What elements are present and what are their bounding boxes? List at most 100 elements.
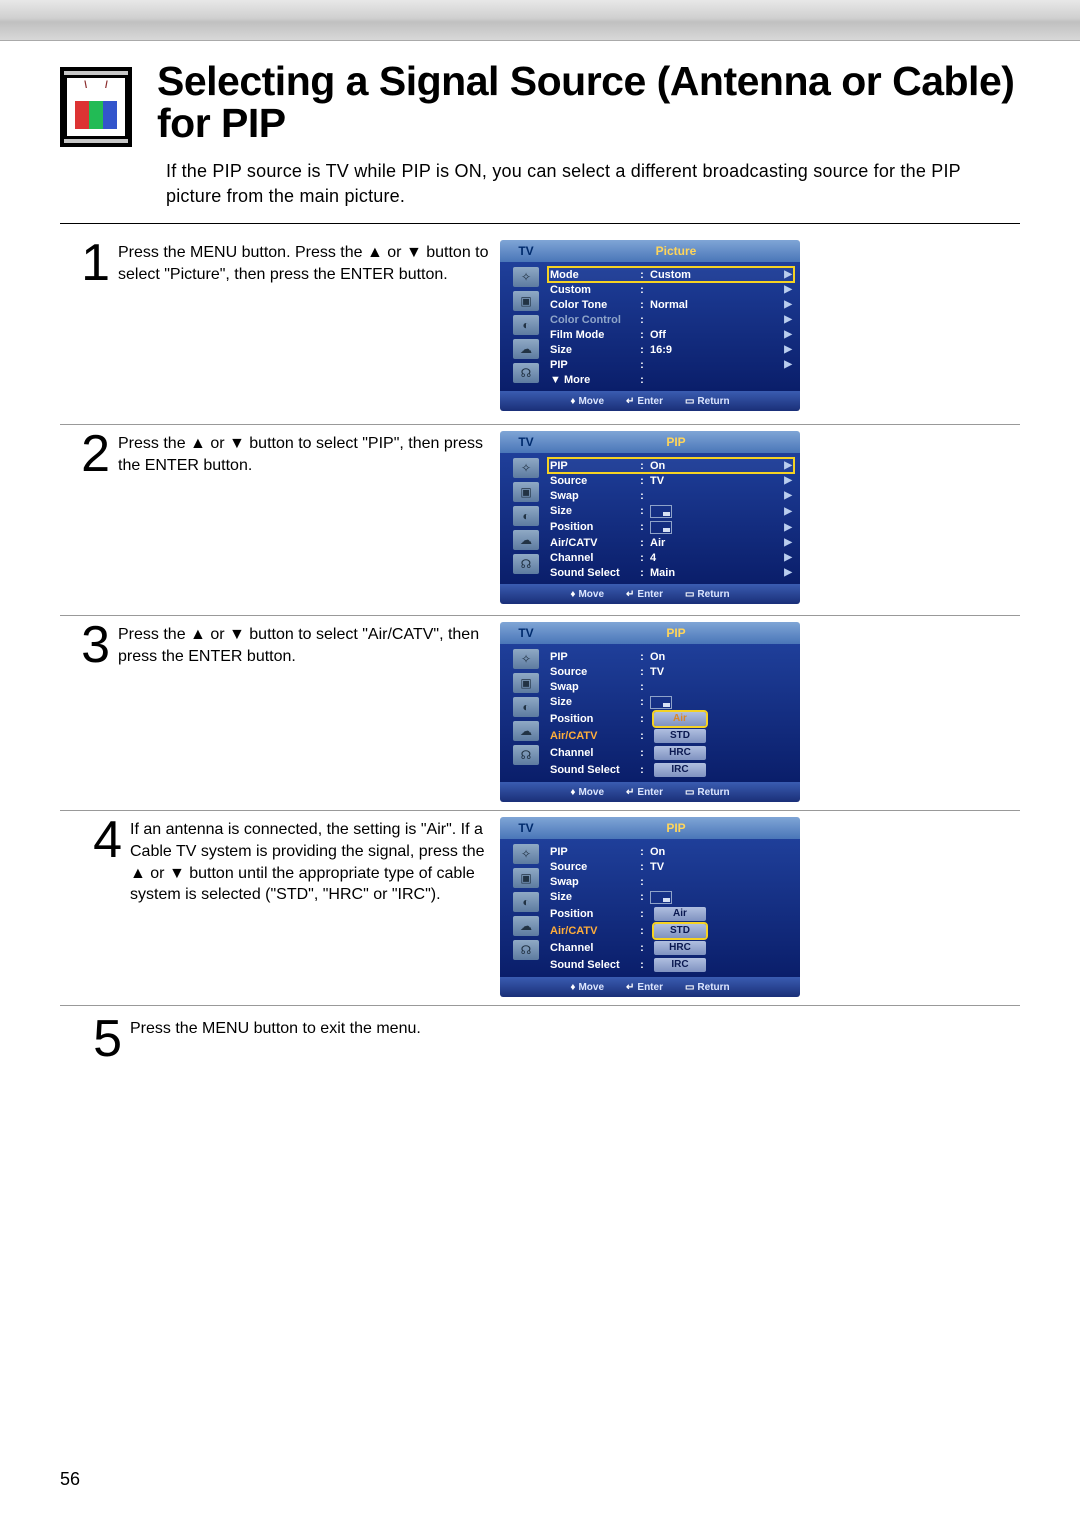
arrow-right-icon: ▶ <box>780 299 792 310</box>
step-text: Press the MENU button to exit the menu. <box>130 1018 421 1040</box>
osd-line-label: Color Control <box>550 314 638 326</box>
osd-line-label: Air/CATV <box>550 925 638 937</box>
osd-sidebar-icons: ✧▣◐☁☊ <box>504 649 548 778</box>
arrow-right-icon: ▶ <box>780 359 792 370</box>
osd-line-label: Position <box>550 908 638 920</box>
osd-sidebar-icons: ✧▣◐☁☊ <box>504 267 548 387</box>
osd-menu-line: Size:16:9▶ <box>548 342 794 357</box>
osd-menu-line: Channel:4▶ <box>548 550 794 565</box>
osd-menu-line: Mode:Custom▶ <box>548 267 794 282</box>
osd-line-value: Air <box>646 537 780 549</box>
osd-menu-line: Sound Select:IRC <box>548 761 794 778</box>
step-left: 4If an antenna is connected, the setting… <box>60 811 490 905</box>
page-title: Selecting a Signal Source (Antenna or Ca… <box>157 61 1020 145</box>
osd-menu-line: Sound Select:IRC <box>548 956 794 973</box>
osd-line-value: STD <box>646 924 780 938</box>
step-row: 1Press the MENU button. Press the ▲ or ▼… <box>60 234 1020 425</box>
sidebar-icon: ▣ <box>513 291 539 311</box>
sidebar-icon: ☊ <box>513 554 539 574</box>
sidebar-icon: ☁ <box>513 339 539 359</box>
osd-line-label: Air/CATV <box>550 537 638 549</box>
step-number: 1 <box>70 240 110 287</box>
option-pill: Air <box>654 712 706 726</box>
arrow-right-icon: ▶ <box>780 567 792 578</box>
content-wrap: \/ Selecting a Signal Source (Antenna or… <box>0 41 1080 1071</box>
osd-sidebar-icons: ✧▣◐☁☊ <box>504 458 548 580</box>
osd-footer: ♦Move↵Enter▭Return <box>500 977 800 997</box>
sidebar-icon: ▣ <box>513 482 539 502</box>
osd-line-label: Sound Select <box>550 764 638 776</box>
osd-menu-line: Air/CATV:STD <box>548 727 794 744</box>
foot-move: ♦Move <box>570 982 604 993</box>
osd-line-value: Air <box>646 712 780 726</box>
sidebar-icon: ◐ <box>513 892 539 912</box>
osd-menu-line: PIP:On▶ <box>548 458 794 473</box>
sidebar-icon: ☁ <box>513 916 539 936</box>
manual-page: \/ Selecting a Signal Source (Antenna or… <box>0 0 1080 1528</box>
foot-return: ▭Return <box>685 589 730 600</box>
sidebar-icon: ✧ <box>513 649 539 669</box>
osd-line-label: Air/CATV <box>550 730 638 742</box>
osd-body: ✧▣◐☁☊PIP:OnSource:TVSwap:Size:Position:A… <box>500 839 800 977</box>
osd-menu-line: Sound Select:Main▶ <box>548 565 794 580</box>
osd-screenshot: TVPIP✧▣◐☁☊PIP:OnSource:TVSwap:Size:Posit… <box>500 622 800 802</box>
arrow-right-icon: ▶ <box>780 460 792 471</box>
option-pill: STD <box>654 924 706 938</box>
step-number: 5 <box>82 1016 122 1063</box>
osd-line-label: ▼ More <box>550 374 638 386</box>
osd-line-label: Film Mode <box>550 329 638 341</box>
osd-menu-line: Position:▶ <box>548 519 794 535</box>
step-row: 4If an antenna is connected, the setting… <box>60 811 1020 1006</box>
osd-line-label: PIP <box>550 846 638 858</box>
sidebar-icon: ✧ <box>513 458 539 478</box>
osd-tv-label: TV <box>500 626 552 640</box>
osd-title: PIP <box>552 626 800 640</box>
osd-menu-line: Air/CATV:Air▶ <box>548 535 794 550</box>
arrow-right-icon: ▶ <box>780 490 792 501</box>
osd-line-label: PIP <box>550 460 638 472</box>
sidebar-icon: ☊ <box>513 745 539 765</box>
osd-menu-line: Channel:HRC <box>548 744 794 761</box>
osd-menu-line: Position:Air <box>548 905 794 922</box>
option-pill: STD <box>654 729 706 743</box>
osd-line-value: On <box>646 460 780 472</box>
osd-menu-line: PIP:On <box>548 649 794 664</box>
osd-footer: ♦Move↵Enter▭Return <box>500 782 800 802</box>
osd-title: Picture <box>552 244 800 258</box>
osd-line-label: Custom <box>550 284 638 296</box>
osd-line-label: Size <box>550 344 638 356</box>
arrow-right-icon: ▶ <box>780 552 792 563</box>
osd-line-value: HRC <box>646 746 780 760</box>
osd-body: ✧▣◐☁☊PIP:OnSource:TVSwap:Size:Position:A… <box>500 644 800 782</box>
osd-body: ✧▣◐☁☊Mode:Custom▶Custom:▶Color Tone:Norm… <box>500 262 800 391</box>
osd-tv-label: TV <box>500 821 552 835</box>
osd-line-value: IRC <box>646 763 780 777</box>
osd-menu-line: Size:▶ <box>548 503 794 519</box>
foot-return: ▭Return <box>685 982 730 993</box>
sidebar-icon: ☁ <box>513 530 539 550</box>
size-box-icon <box>650 505 672 518</box>
osd-line-label: PIP <box>550 651 638 663</box>
sidebar-icon: ◐ <box>513 697 539 717</box>
osd-line-value: On <box>646 846 780 858</box>
osd-line-value: 4 <box>646 552 780 564</box>
foot-return: ▭Return <box>685 787 730 798</box>
step-row: 5 Press the MENU button to exit the menu. <box>60 1006 1020 1071</box>
osd-menu-line: Color Control:▶ <box>548 312 794 327</box>
step-number: 3 <box>70 622 110 669</box>
osd-line-value: TV <box>646 861 780 873</box>
step-left: 2Press the ▲ or ▼ button to select "PIP"… <box>60 425 490 478</box>
osd-menu-line: Size: <box>548 889 794 905</box>
foot-move: ♦Move <box>570 396 604 407</box>
step-left: 5 Press the MENU button to exit the menu. <box>60 1010 490 1063</box>
osd-menu-line: Source:TV▶ <box>548 473 794 488</box>
sidebar-icon: ☊ <box>513 363 539 383</box>
osd-tv-label: TV <box>500 435 552 449</box>
osd-line-label: Channel <box>550 942 638 954</box>
osd-line-value <box>646 891 780 904</box>
sidebar-icon: ✧ <box>513 844 539 864</box>
foot-return: ▭Return <box>685 396 730 407</box>
osd-line-label: Position <box>550 713 638 725</box>
osd-line-value: IRC <box>646 958 780 972</box>
osd-menu-line: Position:Air <box>548 710 794 727</box>
